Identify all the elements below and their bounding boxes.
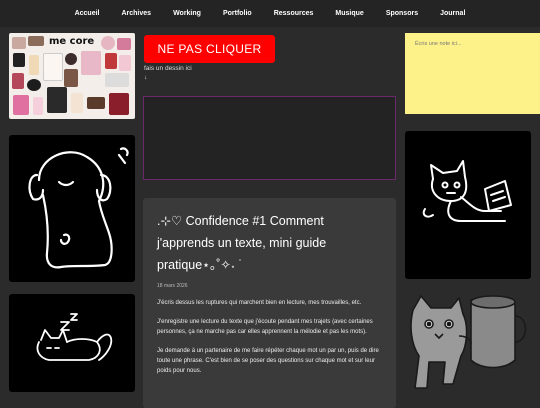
article-paragraph: J'enregistre une lecture du texte que j'… [157,319,373,335]
nav-portfolio[interactable]: Portfolio [223,10,252,17]
top-nav: Accueil Archives Working Portfolio Resso… [0,0,540,27]
doodle-headphones-card [9,135,135,282]
collage-item [12,37,26,49]
collage-item [119,55,131,71]
collage-item [13,53,25,67]
collage-title: me core [49,36,95,47]
drawing-canvas[interactable] [143,96,396,180]
collage-item [64,69,78,87]
do-not-click-button[interactable]: NE PAS CLIQUER [144,35,275,63]
cat-mug-drawing [410,295,527,389]
collage-item [105,53,117,69]
collage-item [87,97,105,109]
cat-mug-illustration [405,290,531,400]
me-core-collage: me core [9,33,135,119]
nav-archives[interactable]: Archives [121,10,151,17]
draw-hint-text: fais un dessin ici [144,65,192,72]
collage-item [33,97,43,115]
doodle-sleeping-cat-card [9,294,135,392]
collage-item [27,79,41,91]
draw-hint: fais un dessin ici ↓ [144,64,192,82]
collage-item [47,87,67,113]
collage-item [105,73,129,87]
collage-item [28,36,44,46]
collage-item [71,93,83,113]
article-date: 18 mars 2026 [157,283,188,289]
article-paragraph: J'écris dessus les ruptures qui marchent… [157,300,362,306]
collage-item [29,55,39,75]
doodle-sleeping-cat [36,313,113,361]
nav-musique[interactable]: Musique [335,10,363,17]
down-arrow-icon: ↓ [144,74,148,81]
article-paragraph: Je demande à un partenaire de me faire r… [157,348,379,374]
doodle-headphones [28,147,129,269]
collage-item [81,51,101,75]
collage-item [101,36,115,50]
doodle-cat-laptop [422,160,512,222]
journal-article: .⊹♡ Confidence #1 Comment j'apprends un … [143,198,396,408]
nav-working[interactable]: Working [173,10,201,17]
collage-item [43,53,63,81]
sticky-note-input[interactable] [405,33,540,114]
collage-item [117,38,131,50]
article-title[interactable]: .⊹♡ Confidence #1 Comment j'apprends un … [157,210,382,276]
collage-item [12,73,24,89]
nav-ressources[interactable]: Ressources [274,10,314,17]
collage-item [65,53,77,65]
nav-sponsors[interactable]: Sponsors [386,10,418,17]
nav-accueil[interactable]: Accueil [75,10,100,17]
doodle-cat-laptop-card [405,131,531,279]
collage-item [13,95,29,115]
collage-item [109,93,129,115]
nav-journal[interactable]: Journal [440,10,465,17]
